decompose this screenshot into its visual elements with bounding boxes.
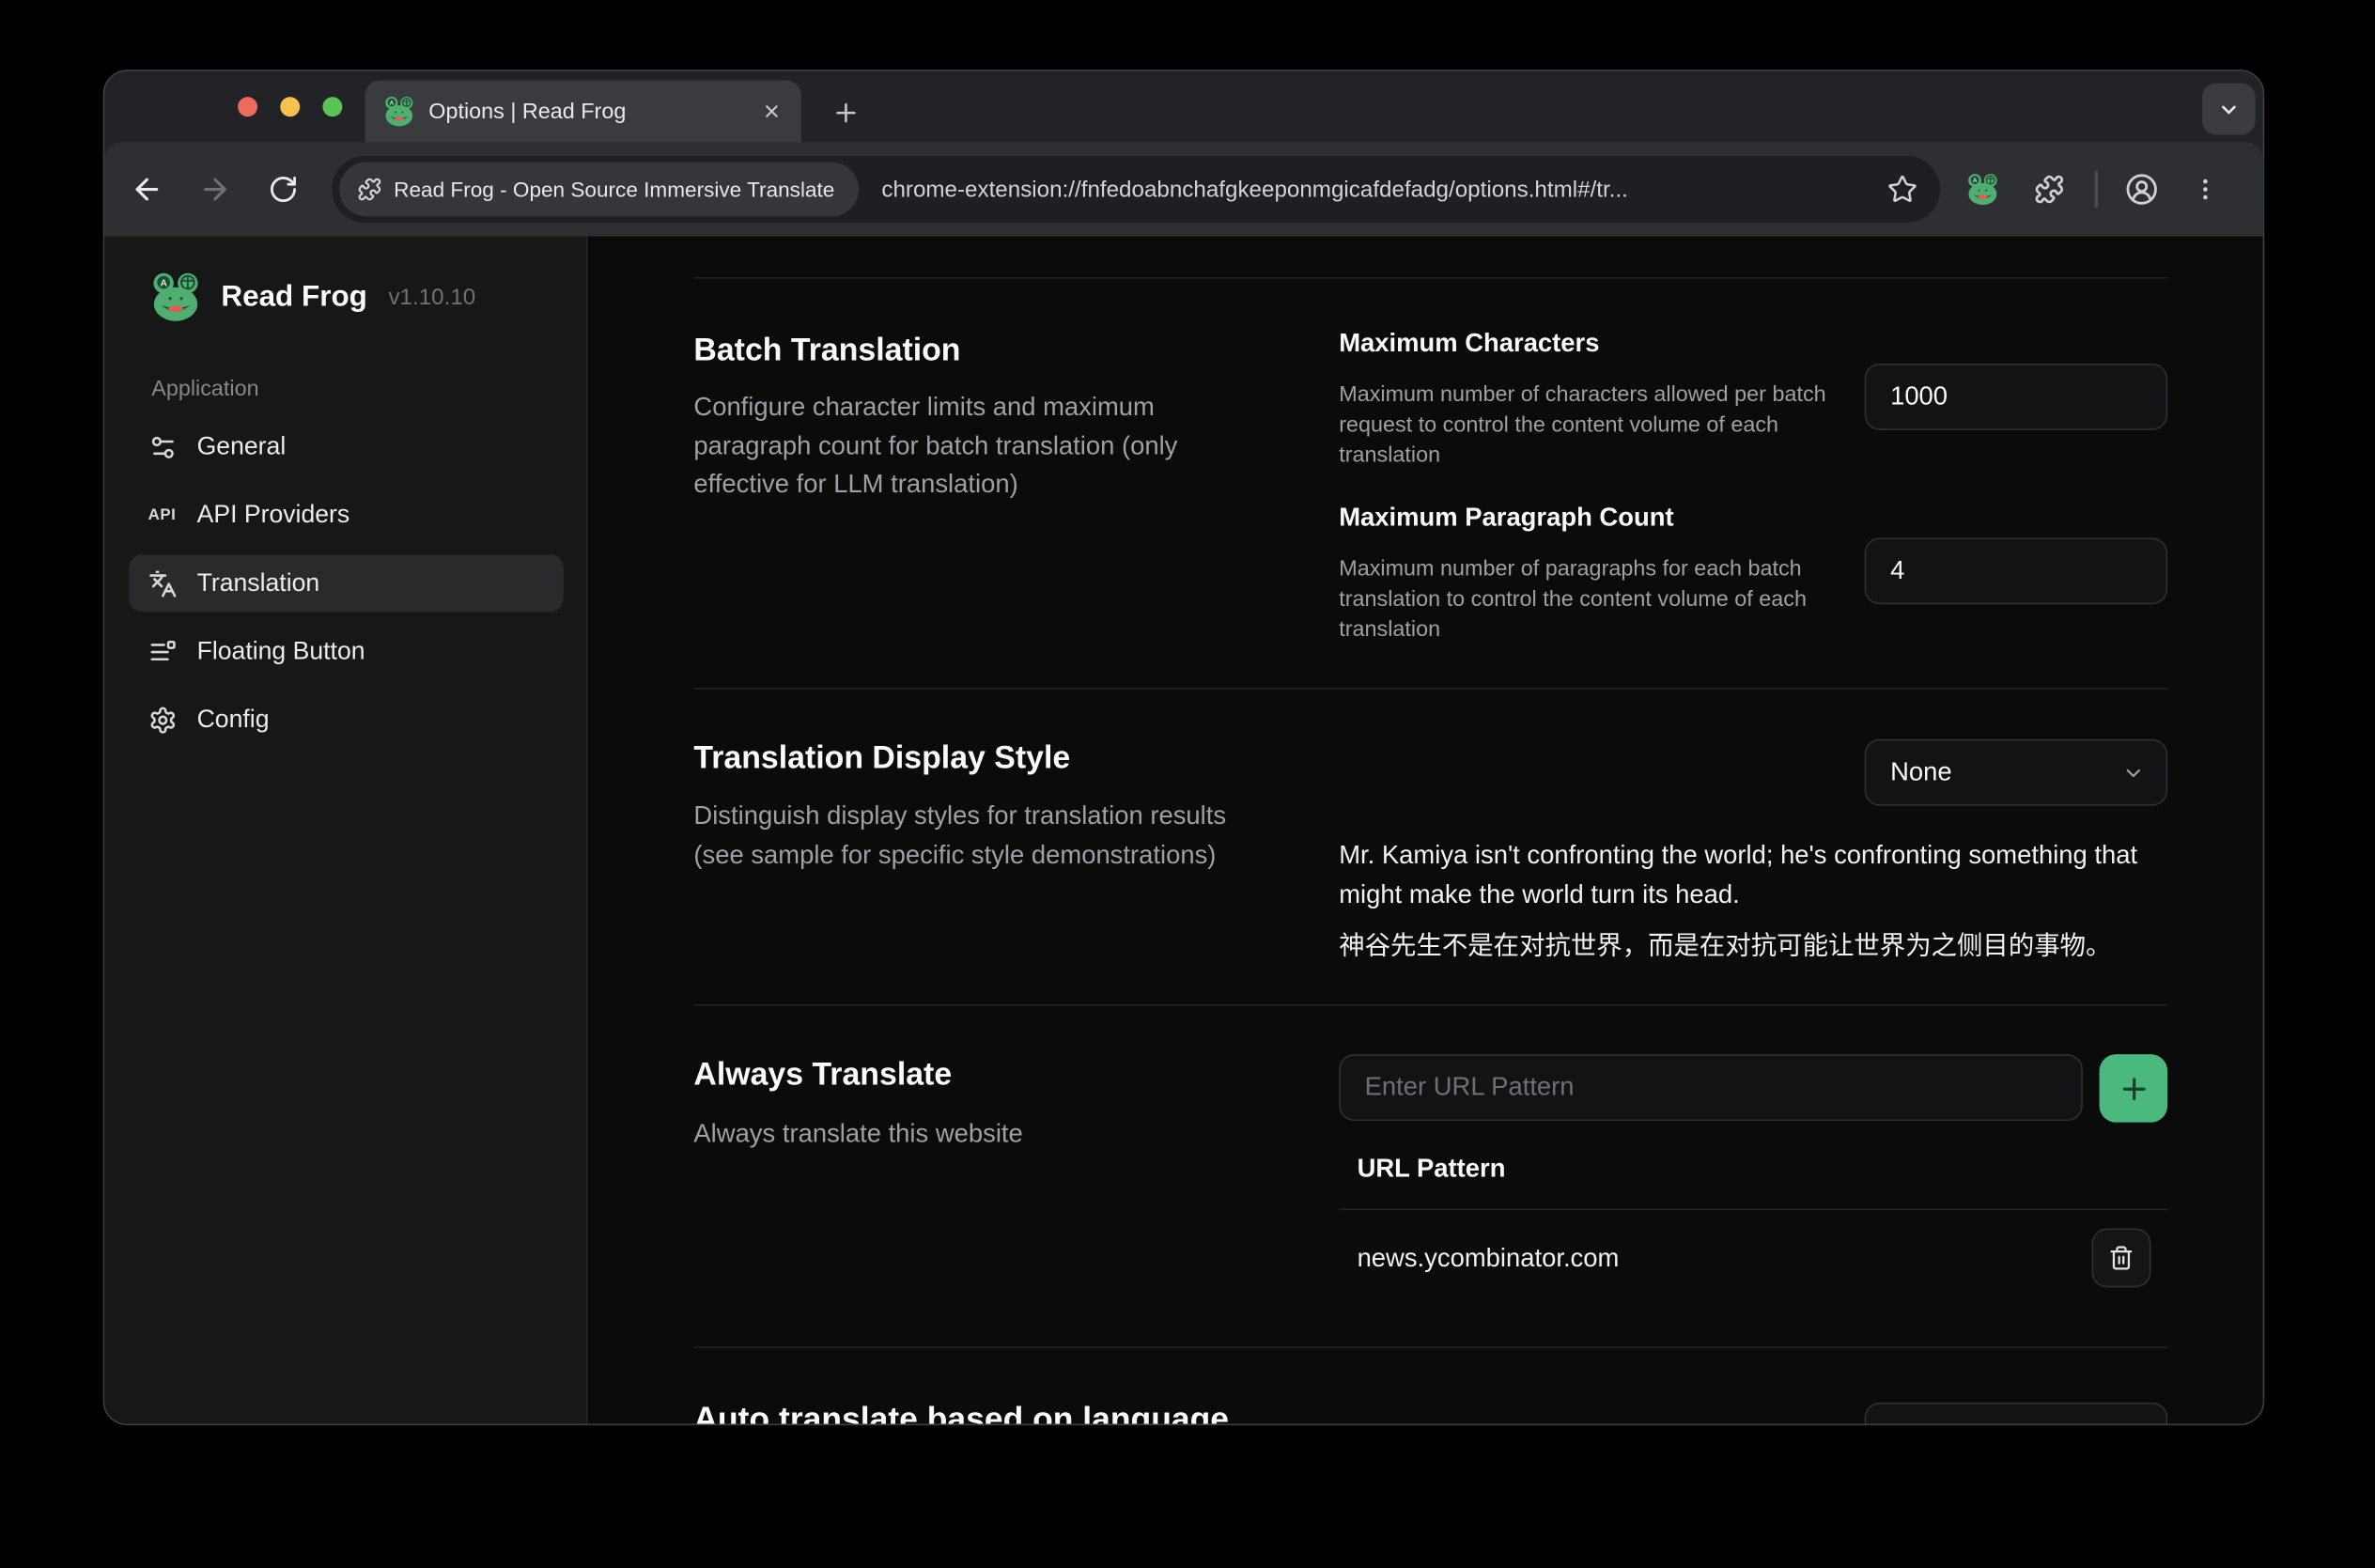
read-frog-logo-icon — [150, 272, 202, 323]
sidebar-item-label: Config — [197, 705, 270, 734]
always-translate-title: Always Translate — [693, 1057, 952, 1094]
desktop: Options | Read Frog — [0, 0, 2375, 1568]
frog-favicon-icon — [383, 96, 415, 128]
browser-window: Options | Read Frog — [103, 70, 2265, 1425]
sidebar-item-label: General — [197, 432, 287, 461]
add-url-pattern-button[interactable] — [2100, 1054, 2168, 1123]
sidebar-nav: General API API Providers Translation — [129, 418, 564, 748]
browser-tab[interactable]: Options | Read Frog — [365, 80, 801, 142]
display-style-selected-value: None — [1890, 757, 1952, 787]
tab-close-icon[interactable] — [759, 100, 784, 124]
section-divider — [693, 1004, 2167, 1006]
minimize-window-button[interactable] — [280, 97, 300, 116]
forward-button[interactable] — [190, 163, 241, 215]
table-header-divider — [1339, 1209, 2167, 1211]
tab-title: Options | Read Frog — [428, 100, 745, 124]
sidebar-item-label: Floating Button — [197, 637, 365, 666]
plus-icon — [2117, 1072, 2150, 1105]
batch-translation-title: Batch Translation — [693, 334, 960, 370]
sidebar-item-translation[interactable]: Translation — [129, 554, 564, 612]
sidebar-item-general[interactable]: General — [129, 418, 564, 475]
close-window-button[interactable] — [238, 97, 257, 116]
auto-translate-title: Auto translate based on language — [693, 1400, 1229, 1425]
section-divider — [693, 1346, 2167, 1348]
toolbar-divider — [2095, 171, 2098, 208]
sidebar-item-api-providers[interactable]: API API Providers — [129, 487, 564, 544]
section-divider — [693, 277, 2167, 279]
back-button[interactable] — [121, 163, 173, 215]
tab-strip: Options | Read Frog — [104, 71, 2262, 143]
url-text: chrome-extension://fnfedoabnchafgkeeponm… — [881, 177, 1879, 202]
chevron-down-icon — [2122, 1424, 2145, 1425]
max-characters-label: Maximum Characters — [1339, 329, 1599, 359]
profile-avatar-icon[interactable] — [2119, 166, 2165, 211]
url-pattern-input[interactable] — [1339, 1054, 2083, 1121]
browser-toolbar: Read Frog - Open Source Immersive Transl… — [104, 143, 2262, 237]
max-characters-description: Maximum number of characters allowed per… — [1339, 380, 1839, 472]
options-page: Read Frog v1.10.10 Application General A… — [104, 237, 2262, 1426]
display-style-title: Translation Display Style — [693, 740, 1070, 777]
reload-button[interactable] — [257, 163, 309, 215]
sliders-icon — [147, 431, 177, 461]
browser-menu-icon[interactable] — [2182, 166, 2228, 211]
auto-translate-language-select[interactable]: Select language — [1865, 1403, 2167, 1425]
always-translate-description: Always translate this website — [693, 1115, 1242, 1154]
max-paragraph-count-label: Maximum Paragraph Count — [1339, 503, 1673, 533]
display-style-select[interactable]: None — [1865, 739, 2167, 806]
zoom-window-button[interactable] — [322, 97, 342, 116]
max-paragraph-count-description: Maximum number of paragraphs for each ba… — [1339, 554, 1839, 645]
sample-text-english: Mr. Kamiya isn't confronting the world; … — [1339, 836, 2169, 915]
sidebar-item-label: API Providers — [197, 501, 350, 530]
gear-icon — [147, 705, 177, 735]
max-characters-input[interactable] — [1865, 364, 2167, 430]
delete-url-pattern-button[interactable] — [2092, 1229, 2151, 1288]
site-chip-label: Read Frog - Open Source Immersive Transl… — [394, 178, 834, 202]
read-frog-extension-icon[interactable] — [1960, 166, 2005, 211]
address-bar[interactable]: Read Frog - Open Source Immersive Transl… — [332, 156, 1940, 223]
sidebar-section-label: Application — [151, 377, 258, 401]
section-divider — [693, 688, 2167, 690]
floating-button-icon — [147, 636, 177, 666]
trash-icon — [2108, 1245, 2134, 1270]
max-paragraph-count-input[interactable] — [1865, 537, 2167, 604]
extensions-puzzle-icon[interactable] — [2026, 166, 2072, 211]
tab-search-button[interactable] — [2202, 84, 2255, 135]
app-version: v1.10.10 — [388, 284, 475, 309]
sample-text-chinese: 神谷先生不是在对抗世界，而是在对抗可能让世界为之侧目的事物。 — [1339, 927, 2169, 967]
bookmark-star-icon[interactable] — [1880, 166, 1925, 211]
sidebar-item-label: Translation — [197, 568, 320, 598]
app-name: Read Frog — [221, 279, 366, 314]
sidebar-item-config[interactable]: Config — [129, 691, 564, 748]
display-style-description: Distinguish display styles for translati… — [693, 797, 1242, 874]
app-logo-row: Read Frog v1.10.10 — [150, 272, 476, 323]
url-pattern-column-header: URL Pattern — [1358, 1155, 1506, 1185]
extension-icon — [357, 178, 381, 202]
api-icon: API — [147, 500, 177, 530]
new-tab-button[interactable] — [826, 92, 865, 132]
batch-translation-description: Configure character limits and maximum p… — [693, 388, 1242, 504]
url-pattern-row-value: news.ycombinator.com — [1358, 1244, 1620, 1274]
settings-panel: Batch Translation Configure character li… — [588, 237, 2263, 1426]
site-info-chip[interactable]: Read Frog - Open Source Immersive Transl… — [339, 163, 859, 217]
sidebar: Read Frog v1.10.10 Application General A… — [104, 237, 587, 1426]
language-select-placeholder: Select language — [1890, 1421, 2075, 1425]
sidebar-item-floating-button[interactable]: Floating Button — [129, 623, 564, 680]
languages-icon — [147, 568, 177, 598]
chevron-down-icon — [2122, 761, 2145, 784]
